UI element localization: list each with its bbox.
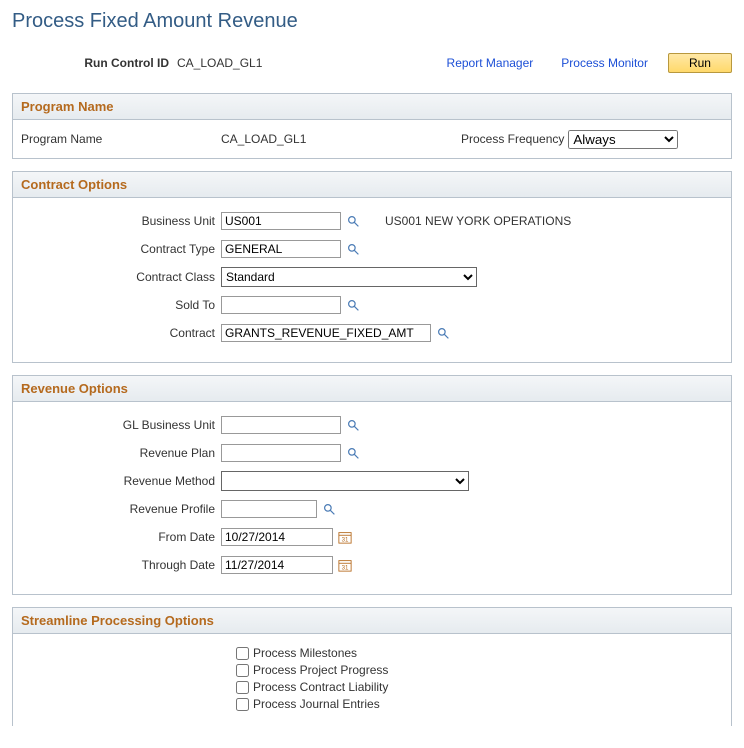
- process-milestones-checkbox[interactable]: [236, 647, 249, 660]
- contract-class-label: Contract Class: [21, 270, 221, 284]
- contract-options-section: Contract Options Business Unit US001 NEW…: [12, 171, 732, 363]
- from-date-input[interactable]: [221, 528, 333, 546]
- run-control-id-value: CA_LOAD_GL1: [177, 56, 262, 70]
- gl-business-unit-input[interactable]: [221, 416, 341, 434]
- from-date-label: From Date: [21, 530, 221, 544]
- contract-input[interactable]: [221, 324, 431, 342]
- revenue-profile-input[interactable]: [221, 500, 317, 518]
- through-date-label: Through Date: [21, 558, 221, 572]
- svg-text:31: 31: [342, 564, 349, 571]
- contract-label: Contract: [21, 326, 221, 340]
- program-name-section: Program Name Program Name CA_LOAD_GL1 Pr…: [12, 93, 732, 159]
- streamline-processing-section: Streamline Processing Options Process Mi…: [12, 607, 732, 726]
- process-project-progress-label: Process Project Progress: [253, 663, 388, 677]
- run-control-id-label: Run Control ID: [12, 56, 177, 70]
- contract-type-label: Contract Type: [21, 242, 221, 256]
- lookup-icon[interactable]: [321, 501, 337, 517]
- program-name-value: CA_LOAD_GL1: [221, 132, 306, 146]
- process-contract-liability-checkbox[interactable]: [236, 681, 249, 694]
- process-project-progress-checkbox[interactable]: [236, 664, 249, 677]
- streamline-processing-header: Streamline Processing Options: [13, 608, 731, 634]
- process-frequency-select[interactable]: Always: [568, 130, 678, 149]
- lookup-icon[interactable]: [345, 297, 361, 313]
- process-frequency-label: Process Frequency: [461, 132, 564, 146]
- program-name-header: Program Name: [13, 94, 731, 120]
- process-journal-entries-label: Process Journal Entries: [253, 697, 380, 711]
- business-unit-label: Business Unit: [21, 214, 221, 228]
- svg-text:31: 31: [342, 536, 349, 543]
- revenue-plan-label: Revenue Plan: [21, 446, 221, 460]
- process-milestones-label: Process Milestones: [253, 646, 357, 660]
- revenue-profile-label: Revenue Profile: [21, 502, 221, 516]
- revenue-options-header: Revenue Options: [13, 376, 731, 402]
- business-unit-input[interactable]: [221, 212, 341, 230]
- revenue-method-select[interactable]: [221, 471, 469, 491]
- lookup-icon[interactable]: [345, 445, 361, 461]
- sold-to-input[interactable]: [221, 296, 341, 314]
- run-button[interactable]: Run: [668, 53, 732, 73]
- report-manager-link[interactable]: Report Manager: [447, 56, 534, 70]
- contract-options-header: Contract Options: [13, 172, 731, 198]
- contract-type-input[interactable]: [221, 240, 341, 258]
- revenue-method-label: Revenue Method: [21, 474, 221, 488]
- run-control-row: Run Control ID CA_LOAD_GL1 Report Manage…: [12, 53, 732, 73]
- through-date-input[interactable]: [221, 556, 333, 574]
- lookup-icon[interactable]: [345, 241, 361, 257]
- sold-to-label: Sold To: [21, 298, 221, 312]
- revenue-options-section: Revenue Options GL Business Unit Revenue…: [12, 375, 732, 595]
- revenue-plan-input[interactable]: [221, 444, 341, 462]
- business-unit-description: US001 NEW YORK OPERATIONS: [385, 214, 571, 228]
- gl-business-unit-label: GL Business Unit: [21, 418, 221, 432]
- process-contract-liability-label: Process Contract Liability: [253, 680, 388, 694]
- page-title: Process Fixed Amount Revenue: [12, 10, 732, 33]
- program-name-label: Program Name: [21, 132, 221, 146]
- calendar-icon[interactable]: 31: [337, 529, 353, 545]
- contract-class-select[interactable]: Standard: [221, 267, 477, 287]
- lookup-icon[interactable]: [345, 417, 361, 433]
- lookup-icon[interactable]: [345, 213, 361, 229]
- process-journal-entries-checkbox[interactable]: [236, 698, 249, 711]
- process-monitor-link[interactable]: Process Monitor: [561, 56, 648, 70]
- lookup-icon[interactable]: [435, 325, 451, 341]
- calendar-icon[interactable]: 31: [337, 557, 353, 573]
